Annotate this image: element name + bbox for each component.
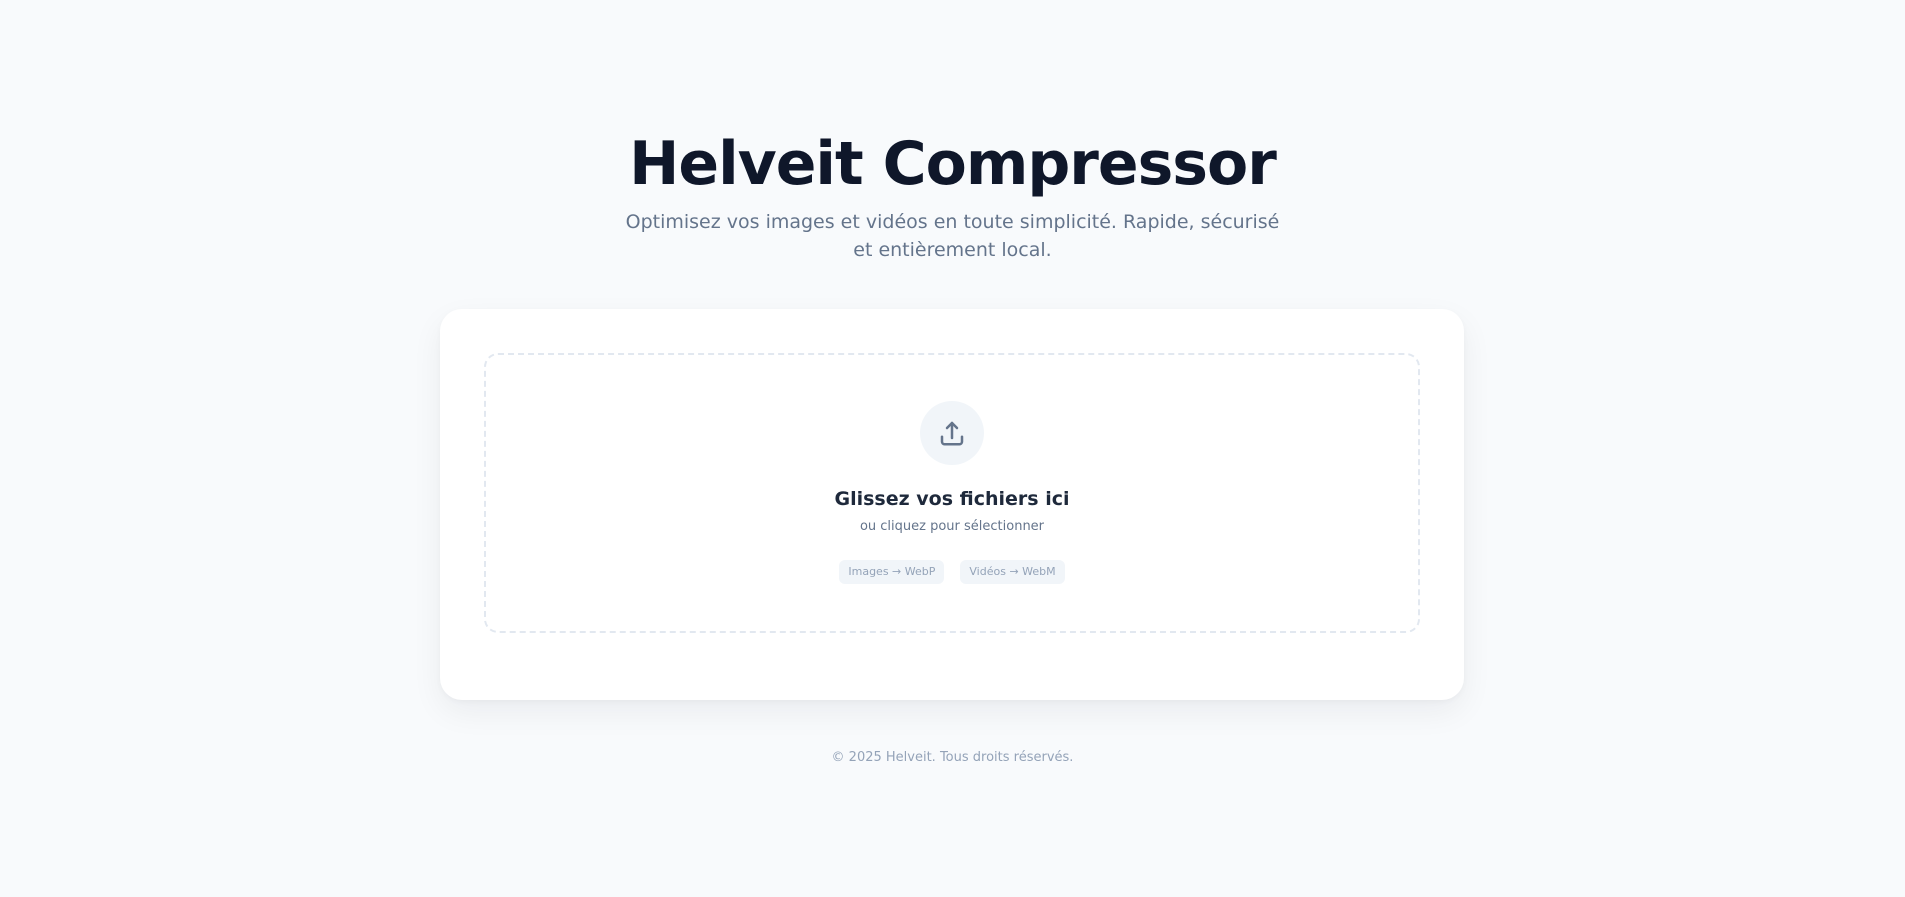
- tag-images-webp: Images → WebP: [839, 560, 945, 584]
- dropzone-title: Glissez vos fichiers ici: [834, 488, 1070, 510]
- page: Helveit Compressor Optimisez vos images …: [0, 0, 1905, 897]
- format-tags: Images → WebP Vidéos → WebM: [486, 560, 1418, 584]
- page-title: Helveit Compressor: [629, 129, 1277, 199]
- file-dropzone[interactable]: Glissez vos fichiers ici ou cliquez pour…: [484, 353, 1420, 633]
- page-header: Helveit Compressor Optimisez vos images …: [0, 120, 1905, 264]
- upload-card: Glissez vos fichiers ici ou cliquez pour…: [440, 309, 1464, 700]
- page-subtitle: Optimisez vos images et vidéos en toute …: [625, 211, 1280, 261]
- upload-icon: [920, 401, 984, 465]
- footer-copyright: © 2025 Helveit. Tous droits réservés.: [831, 750, 1074, 765]
- tag-videos-webm: Vidéos → WebM: [960, 560, 1065, 584]
- dropzone-subtitle: ou cliquez pour sélectionner: [859, 519, 1045, 534]
